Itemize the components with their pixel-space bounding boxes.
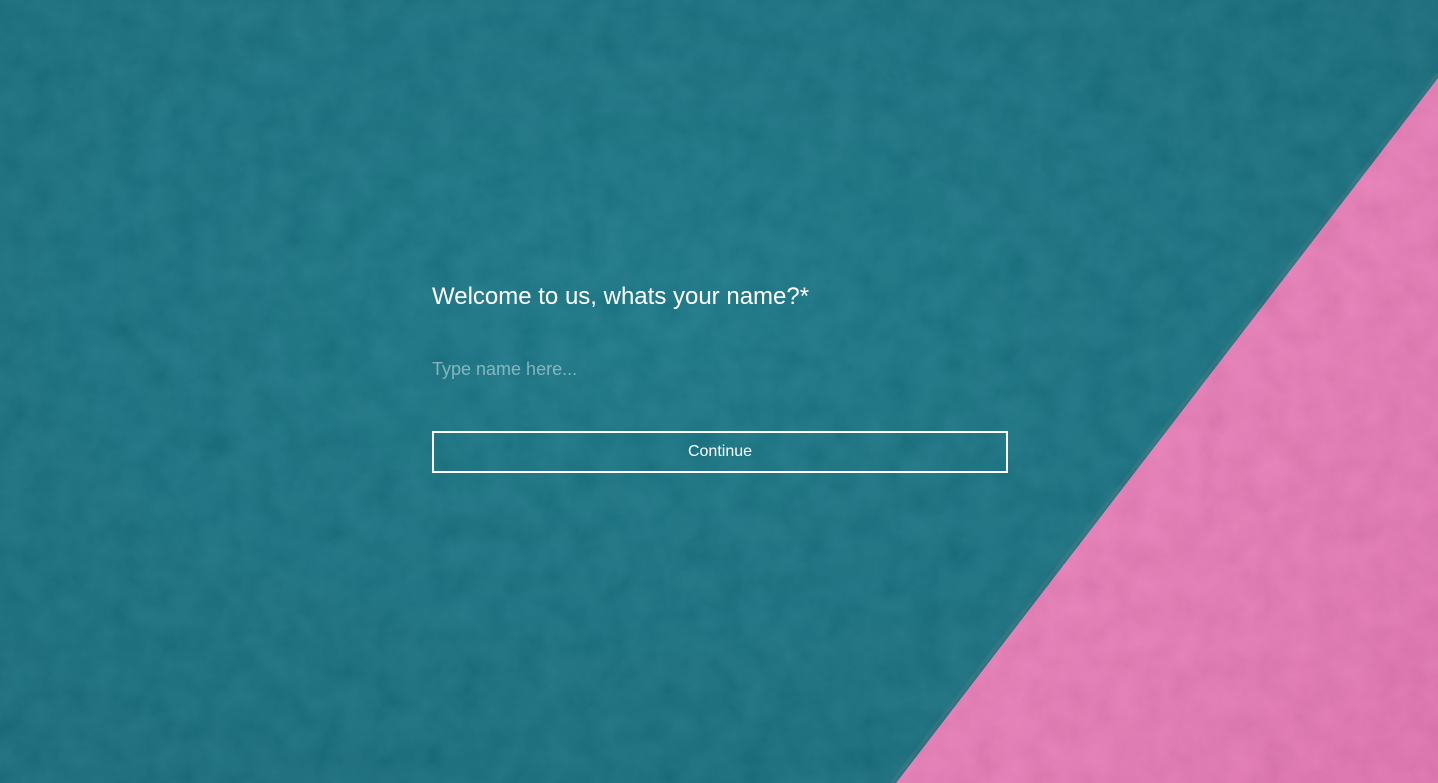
continue-button[interactable]: Continue — [432, 431, 1008, 473]
name-form: Welcome to us, whats your name?* Continu… — [432, 280, 1008, 473]
name-input[interactable] — [432, 354, 1008, 384]
name-question: Welcome to us, whats your name?* — [432, 283, 810, 310]
